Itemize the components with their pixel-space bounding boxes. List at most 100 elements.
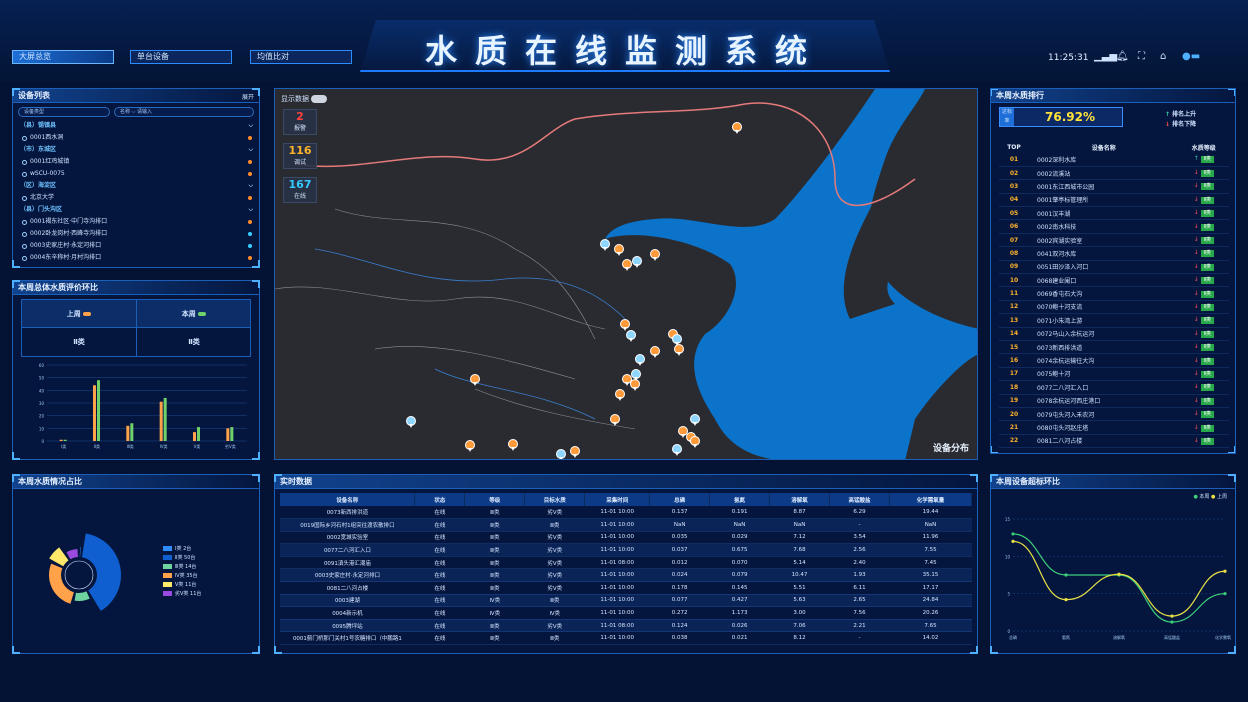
rank-device-name: 0002南水科技 <box>1029 219 1179 234</box>
ranking-row[interactable]: 16 0074余杭运输往大沟 ↓ Ⅱ类 <box>999 353 1229 368</box>
table-cell: 11-01 08:00 <box>584 556 650 570</box>
this-week-value: Ⅱ类 <box>188 338 200 346</box>
nav-average-compare-button[interactable]: 均值比对 <box>250 50 352 64</box>
device-group[interactable]: （县）门头沟区 ⌵ <box>12 204 256 216</box>
ranking-row[interactable]: 02 0002流溪站 ↓ Ⅱ类 <box>999 166 1229 181</box>
device-item[interactable]: 0001褐东社区·中门寺沟排口 <box>12 216 256 228</box>
table-row[interactable]: 0001蓟门桥那门关村1号农糖排口（中鹏路1 在线 Ⅲ类 Ⅲ类 11-01 10:00 0… <box>280 631 972 646</box>
device-type-select[interactable]: 设备类型 <box>18 107 110 117</box>
column-header[interactable]: 状态 <box>414 493 466 506</box>
grade-badge: Ⅱ类 <box>1200 357 1214 365</box>
grade-badge: Ⅱ类 <box>1200 210 1214 218</box>
ranking-row[interactable]: 13 0071小朱湾上游 ↓ Ⅱ类 <box>999 313 1229 328</box>
ranking-row[interactable]: 11 0069香屯石大沟 ↓ Ⅱ类 <box>999 286 1229 301</box>
device-group[interactable]: （县）锡镇县 ⌵ <box>12 120 256 132</box>
ranking-row[interactable]: 05 0001汉丰湖 ↓ Ⅱ类 <box>999 206 1229 221</box>
column-header[interactable]: 目标水质 <box>524 493 586 506</box>
arrow-down-icon: ↓ <box>1193 329 1201 337</box>
column-header[interactable]: 总磷 <box>649 493 711 506</box>
rank-number: 19 <box>999 394 1029 408</box>
device-item[interactable]: 0003史家庄村·永定河排口 <box>12 240 256 252</box>
table-cell: NaN <box>889 518 972 532</box>
ranking-row[interactable]: 17 0075鲍十河 ↓ Ⅱ类 <box>999 367 1229 382</box>
ranking-row[interactable]: 06 0002南水科技 ↓ Ⅱ类 <box>999 219 1229 234</box>
rank-device-name: 0077二八河汇入口 <box>1029 380 1179 395</box>
device-label: （县）锡镇县 <box>20 122 57 129</box>
x-tick-label: Ⅳ类 <box>160 443 168 449</box>
rank-number: 07 <box>999 233 1029 248</box>
column-header[interactable]: 设备名称 <box>280 493 416 506</box>
home-icon[interactable]: ⌂ <box>1160 51 1166 62</box>
status-dot <box>248 136 252 140</box>
device-item[interactable]: 0001西水洞 <box>12 132 256 144</box>
arrow-down-icon: ↓ <box>1193 356 1201 364</box>
table-cell: 0.079 <box>709 568 770 583</box>
map-panel[interactable]: 显示数据 2 报警 116 调试 167 在线 设备分布 <box>274 88 978 460</box>
table-row[interactable]: 0073新西排洪道 在线 Ⅲ类 劣Ⅴ类 11-01 10:00 0.137 0.191 8.8… <box>280 506 972 520</box>
name-search-input[interactable]: 名称 ⌵ 请输入 <box>114 107 254 117</box>
device-item[interactable]: wSCU-0075 <box>12 168 256 180</box>
ranking-row[interactable]: 12 0070鲍十河支流 ↓ Ⅱ类 <box>999 300 1229 315</box>
ranking-row[interactable]: 01 0002深利水库 ↑ Ⅱ类 <box>999 153 1229 167</box>
device-item[interactable]: 0001红鸡城镇 <box>12 156 256 168</box>
column-header[interactable]: 溶解氧 <box>769 493 831 506</box>
last-week-label: 上周 <box>66 310 81 318</box>
device-item[interactable]: 0002卧龙岗村·西峰寺沟排口 <box>12 228 256 240</box>
bar <box>230 427 234 441</box>
ranking-row[interactable]: 14 0072马山入余杭运河 ↓ Ⅱ类 <box>999 327 1229 341</box>
legend-label: 劣Ⅴ类 11台 <box>175 591 202 597</box>
table-row[interactable]: 0004新示机 在线 Ⅳ类 Ⅳ类 11-01 10:00 0.272 1.173 3.00 7.… <box>280 606 972 620</box>
column-header[interactable]: 高锰酸盐 <box>829 493 890 506</box>
rank-grade: ↓ Ⅱ类 <box>1178 246 1229 261</box>
ranking-row[interactable]: 21 0080屯头河赵庄塔 ↓ Ⅱ类 <box>999 420 1229 435</box>
column-header[interactable]: 等级 <box>464 493 526 506</box>
table-row[interactable]: 0077二八河汇入口 在线 Ⅲ类 劣Ⅴ类 11-01 10:00 0.037 0.675 7.… <box>280 543 972 557</box>
ranking-row[interactable]: 18 0077二八河汇入口 ↓ Ⅱ类 <box>999 380 1229 395</box>
nav-single-device-button[interactable]: 单台设备 <box>130 50 232 64</box>
table-row[interactable]: 0003史家庄村·永定河排口 在线 Ⅲ类 劣Ⅴ类 11-01 10:00 0.024 0.0… <box>280 568 972 583</box>
table-row[interactable]: 0095腾坪站 在线 Ⅲ类 劣Ⅴ类 11-01 08:00 0.124 0.026 7.06 2… <box>280 619 972 633</box>
device-group[interactable]: （区）海淀区 ⌵ <box>12 180 256 192</box>
column-header[interactable]: 氨氮 <box>709 493 771 506</box>
column-header[interactable]: 采集时间 <box>584 493 651 506</box>
rank-device-name: 0001汉丰湖 <box>1029 206 1179 221</box>
realtime-table-wrap[interactable]: 设备名称 状态 等级 目标水质 采集时间 总磷 氨氮 溶解氧 高锰酸盐 化学需氧量 0073新西排… <box>280 493 972 647</box>
user-icon[interactable]: ●▬ <box>1182 51 1200 62</box>
rank-down-legend: ↓ 排名下降 <box>1165 121 1197 128</box>
ranking-row[interactable]: 20 0079屯头河入禾农河 ↓ Ⅱ类 <box>999 407 1229 422</box>
table-row[interactable]: 0019国际乡河石村1组突往渡农散排口 在线 Ⅲ类 Ⅲ类 11-01 10:00 NaN N… <box>280 518 972 532</box>
table-row[interactable]: 0003建湖 在线 Ⅳ类 Ⅲ类 11-01 10:00 0.077 0.427 5.63 2.6… <box>280 594 972 608</box>
table-cell: 0.178 <box>649 581 710 595</box>
show-data-toggle[interactable]: 显示数据 <box>281 94 328 104</box>
bell-icon[interactable]: 🔔︎ <box>1116 51 1129 62</box>
ranking-row[interactable]: 03 0001东江西城市公园 ↓ Ⅱ类 <box>999 179 1229 194</box>
ranking-row[interactable]: 22 0081二八河占楼 ↓ Ⅱ类 <box>999 434 1229 449</box>
ranking-row[interactable]: 15 0073新西排洪道 ↓ Ⅱ类 <box>999 340 1229 355</box>
table-cell: Ⅲ类 <box>464 581 525 595</box>
device-label: 北京大学 <box>30 194 55 201</box>
device-label: 0002卧龙岗村·西峰寺沟排口 <box>30 230 108 237</box>
fullscreen-icon[interactable]: ⛶ <box>1138 51 1145 62</box>
ranking-row[interactable]: 19 0078余杭运河西庄港口 ↓ Ⅱ类 <box>999 394 1229 408</box>
exceed-panel: 本周设备超标环比 ● 本周 ● 上周 15 10 5 0 总磷 氨氮 溶解氧 高锰酸盐 化学需氧… <box>990 474 1236 654</box>
series-point <box>1223 592 1227 596</box>
device-item[interactable]: 北京大学 <box>12 192 256 204</box>
ranking-row[interactable]: 10 0068建业阑口 ↓ Ⅱ类 <box>999 273 1229 288</box>
device-group[interactable]: （市）东城区 ⌵ <box>12 144 256 156</box>
table-row[interactable]: 0002宽城实验室 在线 Ⅲ类 劣Ⅴ类 11-01 10:00 0.035 0.029 7.1… <box>280 531 972 545</box>
device-item[interactable]: 0004东辛称村·月村沟排口 <box>12 252 256 264</box>
ranking-row[interactable]: 08 0041双河水库 ↓ Ⅱ类 <box>999 246 1229 261</box>
table-cell: - <box>829 518 890 532</box>
table-cell: Ⅲ类 <box>464 568 525 583</box>
nav-overview-button[interactable]: 大屏总览 <box>12 50 114 64</box>
table-row[interactable]: 0091滇头港汇潮庙 在线 Ⅲ类 劣Ⅴ类 11-01 08:00 0.012 0.070 5.… <box>280 556 972 570</box>
column-header[interactable]: 化学需氧量 <box>889 493 972 506</box>
rank-device-name: 0001东江西城市公园 <box>1029 179 1179 194</box>
ranking-row[interactable]: 09 0051田沙泽入河口 ↓ Ⅱ类 <box>999 260 1229 275</box>
table-cell: 在线 <box>414 619 465 633</box>
table-row[interactable]: 0081二八河占楼 在线 Ⅲ类 劣Ⅴ类 11-01 10:00 0.178 0.145 5.5… <box>280 581 972 595</box>
map-canvas[interactable] <box>275 89 978 460</box>
ranking-row[interactable]: 04 0001肇亭标管理所 ↓ Ⅱ类 <box>999 193 1229 208</box>
ranking-row[interactable]: 07 0002宾湖实验室 ↓ Ⅱ类 <box>999 233 1229 248</box>
table-cell: 11-01 10:00 <box>584 631 650 646</box>
